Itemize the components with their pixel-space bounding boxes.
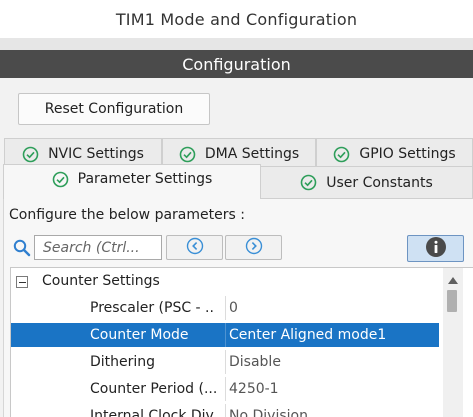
parameter-row[interactable]: Prescaler (PSC - .. 0 (11, 296, 439, 320)
tab-user-constants[interactable]: User Constants (260, 166, 473, 199)
check-circle-icon (300, 174, 317, 191)
tab-label: NVIC Settings (48, 146, 144, 162)
next-match-button[interactable] (225, 235, 282, 260)
parameter-value: No Division (229, 408, 308, 417)
check-circle-icon (179, 146, 196, 163)
previous-match-button[interactable] (166, 235, 223, 260)
parameter-row[interactable]: Counter Period (... 4250-1 (11, 377, 439, 401)
parameter-name: Prescaler (PSC - .. (90, 300, 214, 316)
parameter-value: 0 (229, 300, 238, 316)
tab-label: Parameter Settings (77, 171, 213, 187)
parameter-row[interactable]: Dithering Disable (11, 350, 439, 374)
reset-configuration-button[interactable]: Reset Configuration (18, 93, 210, 125)
parameter-name: Counter Mode (90, 327, 189, 343)
parameter-name: Counter Period (... (90, 381, 218, 397)
scrollbar-thumb[interactable] (447, 290, 457, 312)
scroll-up-button[interactable] (443, 268, 463, 288)
info-button[interactable] (407, 235, 464, 262)
check-circle-icon (52, 171, 69, 188)
check-circle-icon (333, 146, 350, 163)
section-label: Counter Settings (42, 273, 160, 289)
parameter-value: 4250-1 (229, 381, 279, 397)
tab-label: GPIO Settings (359, 146, 456, 162)
column-divider (225, 323, 226, 347)
parameter-row[interactable]: Internal Clock Div... No Division (11, 404, 439, 417)
check-circle-icon (22, 146, 39, 163)
tab-label: User Constants (326, 174, 433, 191)
search-icon (12, 238, 32, 258)
configure-parameters-label: Configure the below parameters : (9, 207, 245, 223)
search-input[interactable] (34, 235, 162, 260)
column-divider (225, 404, 226, 417)
counter-settings-section[interactable]: Counter Settings (11, 269, 439, 293)
header-separator (0, 38, 473, 50)
tab-label: DMA Settings (204, 146, 300, 162)
configuration-header: Configuration (0, 50, 473, 78)
chevron-left-circle-icon (186, 237, 204, 259)
column-divider (225, 377, 226, 401)
column-divider (225, 296, 226, 320)
parameter-name: Internal Clock Div... (90, 408, 227, 417)
parameter-value: Disable (229, 354, 281, 370)
triangle-up-icon (448, 269, 458, 288)
info-icon (425, 236, 447, 262)
parameter-value: Center Aligned mode1 (229, 327, 387, 343)
parameter-row[interactable]: Counter Mode Center Aligned mode1 (11, 323, 439, 347)
window-title: TIM1 Mode and Configuration (0, 0, 473, 38)
parameter-tree: Counter Settings Prescaler (PSC - .. 0 C… (10, 267, 473, 417)
column-divider (225, 350, 226, 374)
parameter-name: Dithering (90, 354, 156, 370)
chevron-right-circle-icon (245, 237, 263, 259)
tab-parameter-settings[interactable]: Parameter Settings (3, 164, 261, 200)
collapse-icon[interactable] (16, 276, 28, 288)
